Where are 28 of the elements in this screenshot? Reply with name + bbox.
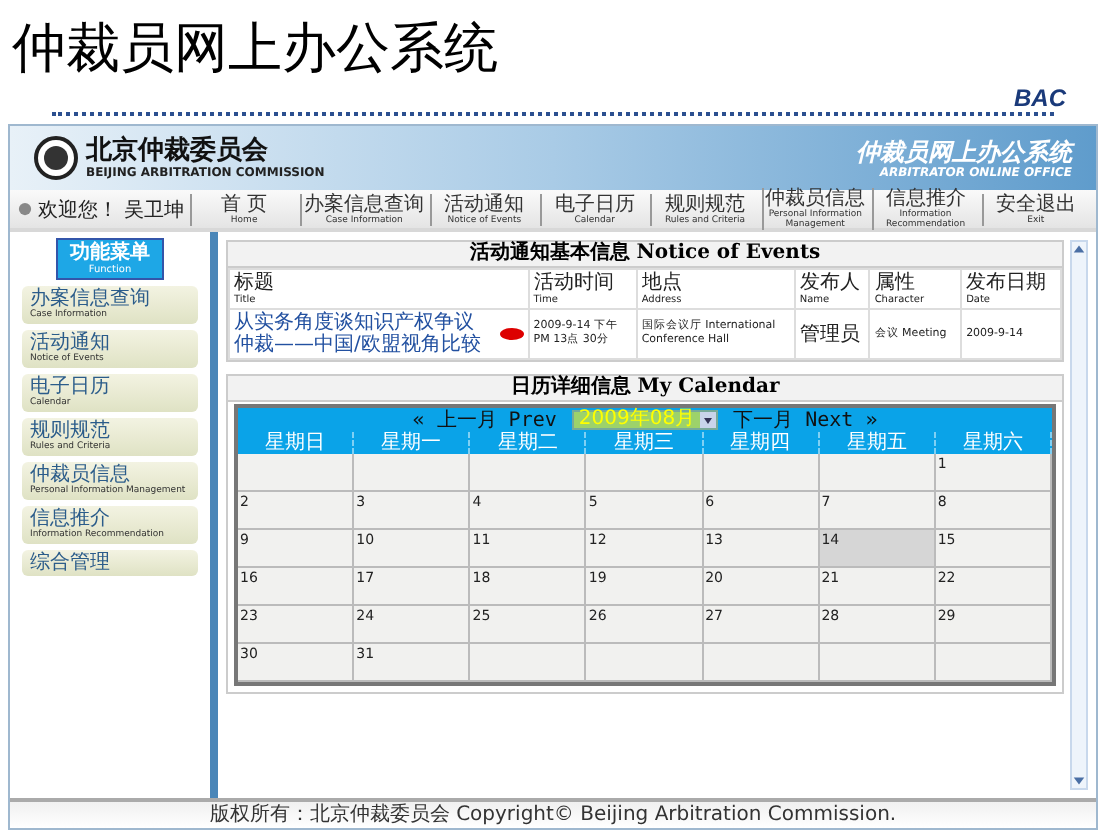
weekday-header: 星期六	[935, 432, 1052, 454]
weekday-header: 星期四	[703, 432, 820, 454]
user-icon	[18, 202, 32, 216]
table-cell: 管理员	[794, 309, 870, 359]
weekday-header: 星期三	[586, 432, 704, 454]
copyright-text: 版权所有：北京仲裁委员会 Copyright© Beijing Arbitration Commission.	[209, 804, 897, 826]
scrollbar[interactable]	[1070, 240, 1088, 790]
panel-title: 日历详细信息 My Calendar	[228, 376, 1062, 402]
system-name: 仲裁员网上办公系统	[856, 137, 1072, 165]
event-link[interactable]: 从实务角度谈知识产权争议仲裁——中国/欧盟视角比较	[234, 312, 494, 356]
prev-month-link[interactable]: « 上一月 Prev	[412, 409, 557, 431]
weekday-header: 星期五	[819, 432, 936, 454]
scroll-down-icon	[1072, 774, 1086, 788]
slide-tag: BAC	[1014, 84, 1066, 112]
weekday-header: 星期一	[354, 432, 471, 454]
panel-title: 活动通知基本信息 Notice of Events	[228, 242, 1062, 268]
sidebar-item[interactable]: 综合管理	[22, 550, 198, 576]
menu-header-title: 功能菜单	[70, 242, 150, 264]
dropdown-icon	[699, 412, 716, 428]
org-name: 北京仲裁委员会	[86, 136, 270, 166]
weekday-header: 星期日	[238, 432, 355, 454]
emblem-icon	[34, 136, 78, 180]
greeting: 欢迎您！	[38, 197, 118, 223]
user-name: 吴卫坤	[124, 197, 184, 223]
next-month-link[interactable]: 下一月 Next »	[733, 409, 878, 431]
weekday-header: 星期二	[470, 432, 587, 454]
scroll-up-icon	[1072, 242, 1086, 256]
slide-title: 仲裁员网上办公系统	[12, 16, 498, 84]
